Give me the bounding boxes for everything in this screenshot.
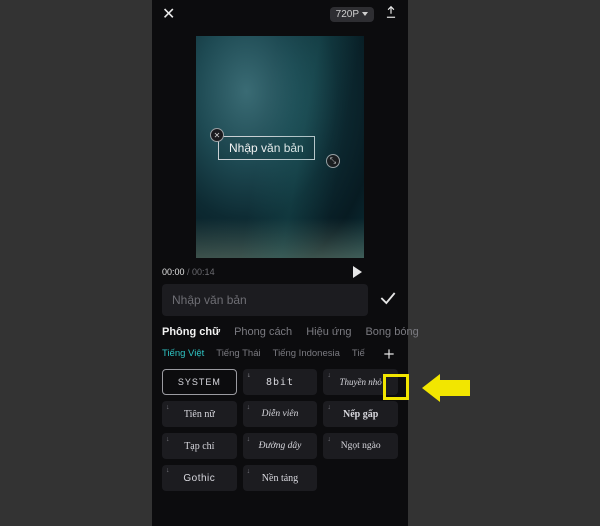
font-label: Tiên nữ [184,409,215,420]
download-icon: ↓ [166,435,170,443]
time-duration: 00:14 [192,267,215,277]
font-option[interactable]: ↓ Tiên nữ [162,401,237,427]
app-screen: ✕ 720P Nhập văn bản ✕ ⤡ 00:00 / 00:14 [152,0,408,526]
font-option[interactable]: ↓ Thuyền nhỏ [323,369,398,395]
chevron-down-icon [362,12,368,16]
export-icon[interactable] [384,5,398,24]
language-tabs: Tiếng Việt Tiếng Thái Tiếng Indonesia Tiế [152,344,408,367]
font-label: Gothic [183,473,215,484]
topbar: ✕ 720P [152,0,408,28]
font-option[interactable]: ↓ 8bit [243,369,318,395]
font-option[interactable]: ↓ Gothic [162,465,237,491]
tab-1[interactable]: Phong cách [234,326,292,338]
tab-3[interactable]: Bong bóng [365,326,418,338]
download-icon: ↓ [327,371,331,379]
confirm-icon[interactable] [378,288,398,313]
font-option[interactable]: SYSTEM [162,369,237,395]
font-label: Đường dây [259,441,302,451]
download-icon: ↓ [327,435,331,443]
font-grid: SYSTEM ↓ 8bit ↓ Thuyền nhỏ ↓ Tiên nữ ↓ Diễn viên… [152,367,408,501]
lang-tab-2[interactable]: Tiếng Indonesia [273,348,340,359]
download-icon: ↓ [247,403,251,411]
font-option[interactable]: ↓ Nếp gấp [323,401,398,427]
tab-2[interactable]: Hiệu ứng [306,326,351,338]
style-tabs: Phông chữPhong cáchHiệu ứngBong bóng [152,316,408,344]
download-icon: ↓ [247,467,251,475]
lang-tab-1[interactable]: Tiếng Thái [216,348,260,359]
play-icon[interactable] [353,266,362,278]
timecode: 00:00 / 00:14 [162,267,215,277]
font-option[interactable]: ↓ Tạp chí [162,433,237,459]
font-option[interactable]: ↓ Ngọt ngào [323,433,398,459]
download-icon: ↓ [166,467,170,474]
text-input[interactable] [162,284,368,316]
font-label: 8bit [266,377,294,388]
tab-0[interactable]: Phông chữ [162,326,220,338]
playback-controls: 00:00 / 00:14 [152,258,408,284]
font-label: Tạp chí [184,441,214,452]
lang-tab-3[interactable]: Tiế [352,348,365,359]
video-preview[interactable]: Nhập văn bản ✕ ⤡ [196,36,364,258]
overlay-delete-handle[interactable]: ✕ [210,128,224,142]
resolution-label: 720P [336,9,359,20]
download-icon: ↓ [247,435,251,443]
font-label: Nền tảng [262,473,298,484]
download-icon: ↓ [247,371,252,379]
font-label: SYSTEM [178,377,221,387]
font-label: Thuyền nhỏ [340,377,382,387]
close-icon[interactable]: ✕ [162,4,175,24]
lang-tab-0[interactable]: Tiếng Việt [162,348,204,359]
download-icon: ↓ [166,403,170,411]
font-label: Ngọt ngào [341,441,381,451]
font-label: Nếp gấp [343,409,378,420]
text-overlay[interactable]: Nhập văn bản [218,136,315,160]
font-option[interactable]: ↓ Diễn viên [243,401,318,427]
download-icon: ↓ [327,403,331,411]
font-option[interactable]: ↓ Đường dây [243,433,318,459]
add-font-button[interactable] [378,343,400,365]
font-label: Diễn viên [262,409,299,419]
overlay-resize-handle[interactable]: ⤡ [326,154,340,168]
resolution-selector[interactable]: 720P [330,7,374,22]
font-option[interactable]: ↓ Nền tảng [243,465,318,491]
time-current: 00:00 [162,267,185,277]
text-input-row [152,284,408,316]
